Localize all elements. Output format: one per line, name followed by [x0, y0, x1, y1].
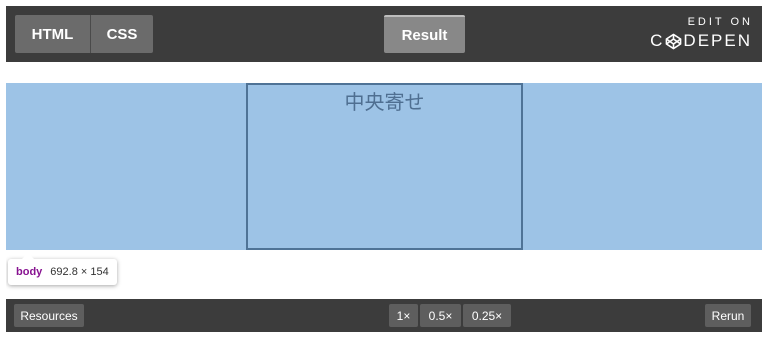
result-frame[interactable]: 中央寄せ body 692.8 × 154	[6, 62, 762, 299]
resources-button[interactable]: Resources	[14, 304, 84, 327]
centered-text: 中央寄せ	[344, 90, 425, 114]
zoom-0-25x-button[interactable]: 0.25×	[463, 304, 511, 327]
codepen-brand: C DEPEN	[640, 31, 752, 51]
zoom-0-5x-button[interactable]: 0.5×	[420, 304, 461, 327]
codepen-embed: HTML CSS Result EDIT ON C DEPEN 中央寄せ bod…	[6, 6, 762, 332]
edit-on-label: EDIT ON	[687, 16, 753, 28]
rerun-button[interactable]: Rerun	[705, 304, 751, 327]
inspector-tooltip: body 692.8 × 154	[8, 253, 117, 285]
zoom-1x-button[interactable]: 1×	[389, 304, 418, 327]
tooltip-tag-name: body	[16, 266, 43, 278]
tab-result[interactable]: Result	[384, 15, 465, 53]
tab-css[interactable]: CSS	[91, 15, 153, 53]
tab-html[interactable]: HTML	[15, 15, 91, 53]
centered-box: 中央寄せ	[246, 83, 523, 250]
tooltip-arrow-icon	[22, 253, 34, 259]
top-bar: HTML CSS Result EDIT ON C DEPEN	[6, 6, 762, 62]
codepen-brand-prefix: C	[650, 31, 665, 50]
tooltip-dimensions: 692.8 × 154	[50, 266, 109, 278]
editor-tabs: HTML CSS	[15, 15, 153, 53]
codepen-brand-suffix: DEPEN	[683, 31, 752, 50]
bottom-bar: Resources 1× 0.5× 0.25× Rerun	[6, 299, 762, 332]
codepen-logo-icon	[666, 33, 682, 49]
edit-on-codepen-link[interactable]: EDIT ON C DEPEN	[640, 16, 750, 54]
